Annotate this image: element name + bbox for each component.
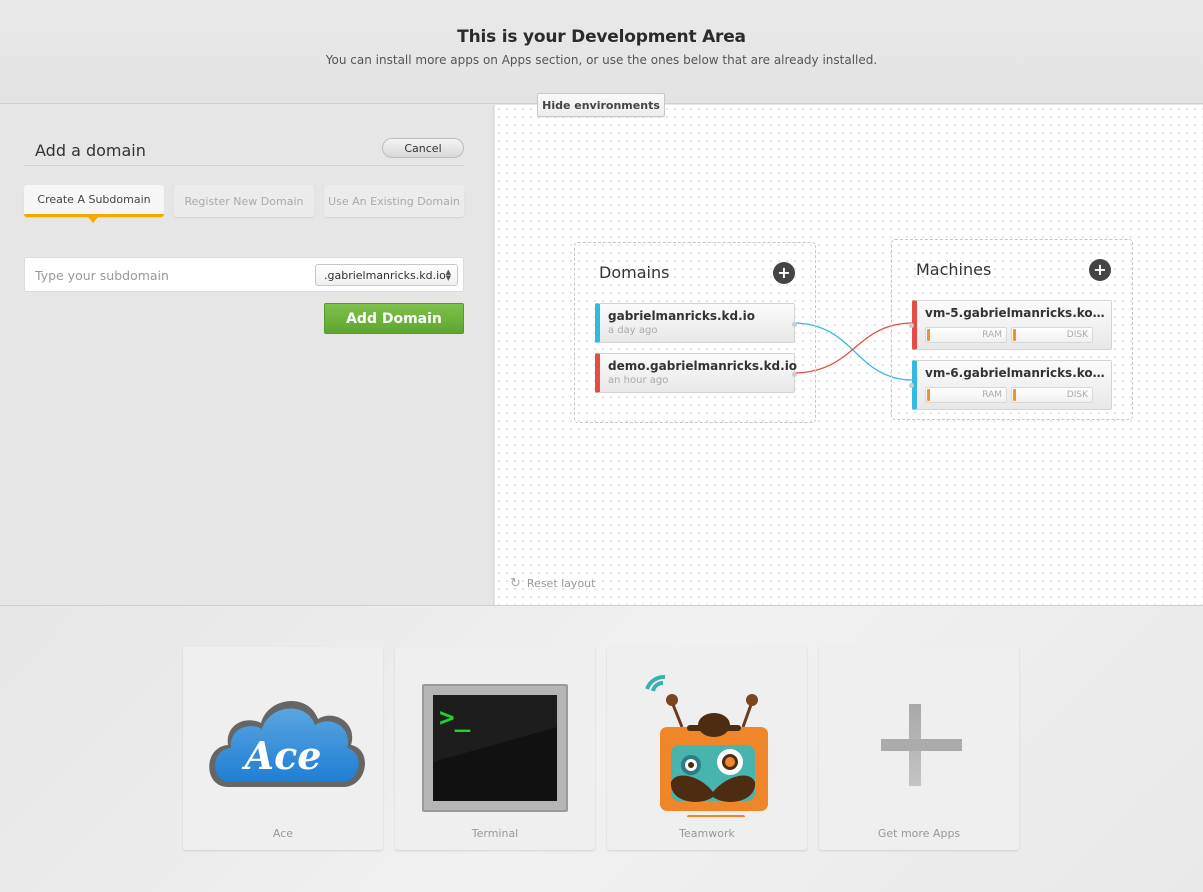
add-domain-button[interactable]: Add Domain (324, 303, 464, 334)
ram-label: RAM (982, 330, 1002, 340)
connector-dot[interactable] (792, 322, 797, 327)
add-domain-title: Add a domain (35, 141, 146, 160)
ram-meter: RAM (925, 327, 1007, 343)
reset-layout-button[interactable]: ↻ Reset layout (510, 576, 595, 591)
domain-time: an hour ago (608, 375, 669, 386)
machines-title: Machines (916, 260, 992, 279)
disk-label: DISK (1066, 330, 1088, 340)
plus-icon (881, 704, 962, 786)
tab-register-new-domain[interactable]: Register New Domain (174, 185, 314, 217)
disk-meter-fill (1013, 329, 1017, 341)
domain-name: gabrielmanricks.kd.io (608, 309, 756, 323)
ram-meter-fill (927, 329, 931, 341)
hide-environments-button[interactable]: Hide environments (537, 93, 665, 117)
disk-meter: DISK (1011, 387, 1093, 403)
domain-select-value: .gabrielmanricks.kd.io (324, 268, 446, 282)
domains-title: Domains (599, 263, 670, 282)
app-card-terminal[interactable]: >_ Terminal (395, 647, 595, 850)
machines-group: Machines + vm-5.gabrielmanricks.kodin...… (891, 239, 1133, 420)
teamwork-robot-icon (645, 675, 768, 817)
domain-select[interactable]: .gabrielmanricks.kd.io ▲ ▼ (315, 264, 458, 286)
machine-item[interactable]: vm-6.gabrielmanricks.kodin... RAM DISK (909, 360, 1112, 410)
add-machine-plus-icon[interactable]: + (1089, 259, 1111, 281)
select-arrows-icon: ▲ ▼ (445, 268, 451, 282)
machine-name: vm-5.gabrielmanricks.kodin... (925, 306, 1107, 320)
page-title: This is your Development Area (457, 27, 746, 47)
reset-icon: ↻ (510, 576, 521, 591)
app-label: Teamwork (679, 827, 735, 840)
ram-meter: RAM (925, 387, 1007, 403)
svg-text:Ace: Ace (242, 733, 322, 778)
connector-dot[interactable] (792, 372, 797, 377)
tab-use-existing-domain[interactable]: Use An Existing Domain (324, 185, 464, 217)
app-card-get-more-apps[interactable]: Get more Apps (819, 647, 1019, 850)
domain-item[interactable]: gabrielmanricks.kd.io a day ago (595, 303, 797, 343)
disk-meter: DISK (1011, 327, 1093, 343)
subdomain-input[interactable] (35, 265, 305, 285)
environments-canvas[interactable]: Domains + gabrielmanricks.kd.io a day ag… (495, 105, 1203, 605)
terminal-icon: >_ (422, 684, 568, 812)
divider (24, 165, 464, 166)
machine-name: vm-6.gabrielmanricks.kodin... (925, 366, 1107, 380)
app-label: Ace (272, 827, 294, 840)
cancel-button[interactable]: Cancel (382, 138, 464, 158)
tab-create-subdomain[interactable]: Create A Subdomain (24, 185, 164, 223)
page-subtitle: You can install more apps on Apps sectio… (325, 53, 878, 67)
ram-label: RAM (982, 390, 1002, 400)
app-label: Get more Apps (877, 827, 961, 840)
subdomain-field: .gabrielmanricks.kd.io ▲▼ (24, 257, 464, 292)
add-domain-panel: Add a domain Cancel Create A Subdomain R… (0, 105, 494, 605)
disk-label: DISK (1066, 390, 1088, 400)
ram-meter-fill (927, 389, 931, 401)
add-domain-plus-icon[interactable]: + (773, 262, 795, 284)
reset-layout-label: Reset layout (526, 577, 596, 590)
app-card-teamwork[interactable]: Teamwork (607, 647, 807, 850)
disk-meter-fill (1013, 389, 1017, 401)
ace-cloud-icon: Ace (209, 700, 365, 787)
domain-item[interactable]: demo.gabrielmanricks.kd.io an hour ago (595, 353, 798, 393)
connector-dot[interactable] (909, 323, 914, 328)
apps-section: Ace Ace >_ Terminal Teamwork Get more Ap… (0, 605, 1203, 892)
machine-item[interactable]: vm-5.gabrielmanricks.kodin... RAM DISK (909, 300, 1112, 350)
domain-time: a day ago (608, 325, 658, 336)
domains-group: Domains + gabrielmanricks.kd.io a day ag… (574, 242, 816, 423)
app-label: Terminal (471, 827, 519, 840)
svg-text:>_: >_ (439, 703, 471, 733)
page-header: This is your Development Area You can in… (0, 0, 1203, 104)
app-card-ace[interactable]: Ace Ace (183, 647, 383, 850)
connector-dot[interactable] (909, 383, 914, 388)
domain-name: demo.gabrielmanricks.kd.io (608, 359, 798, 373)
